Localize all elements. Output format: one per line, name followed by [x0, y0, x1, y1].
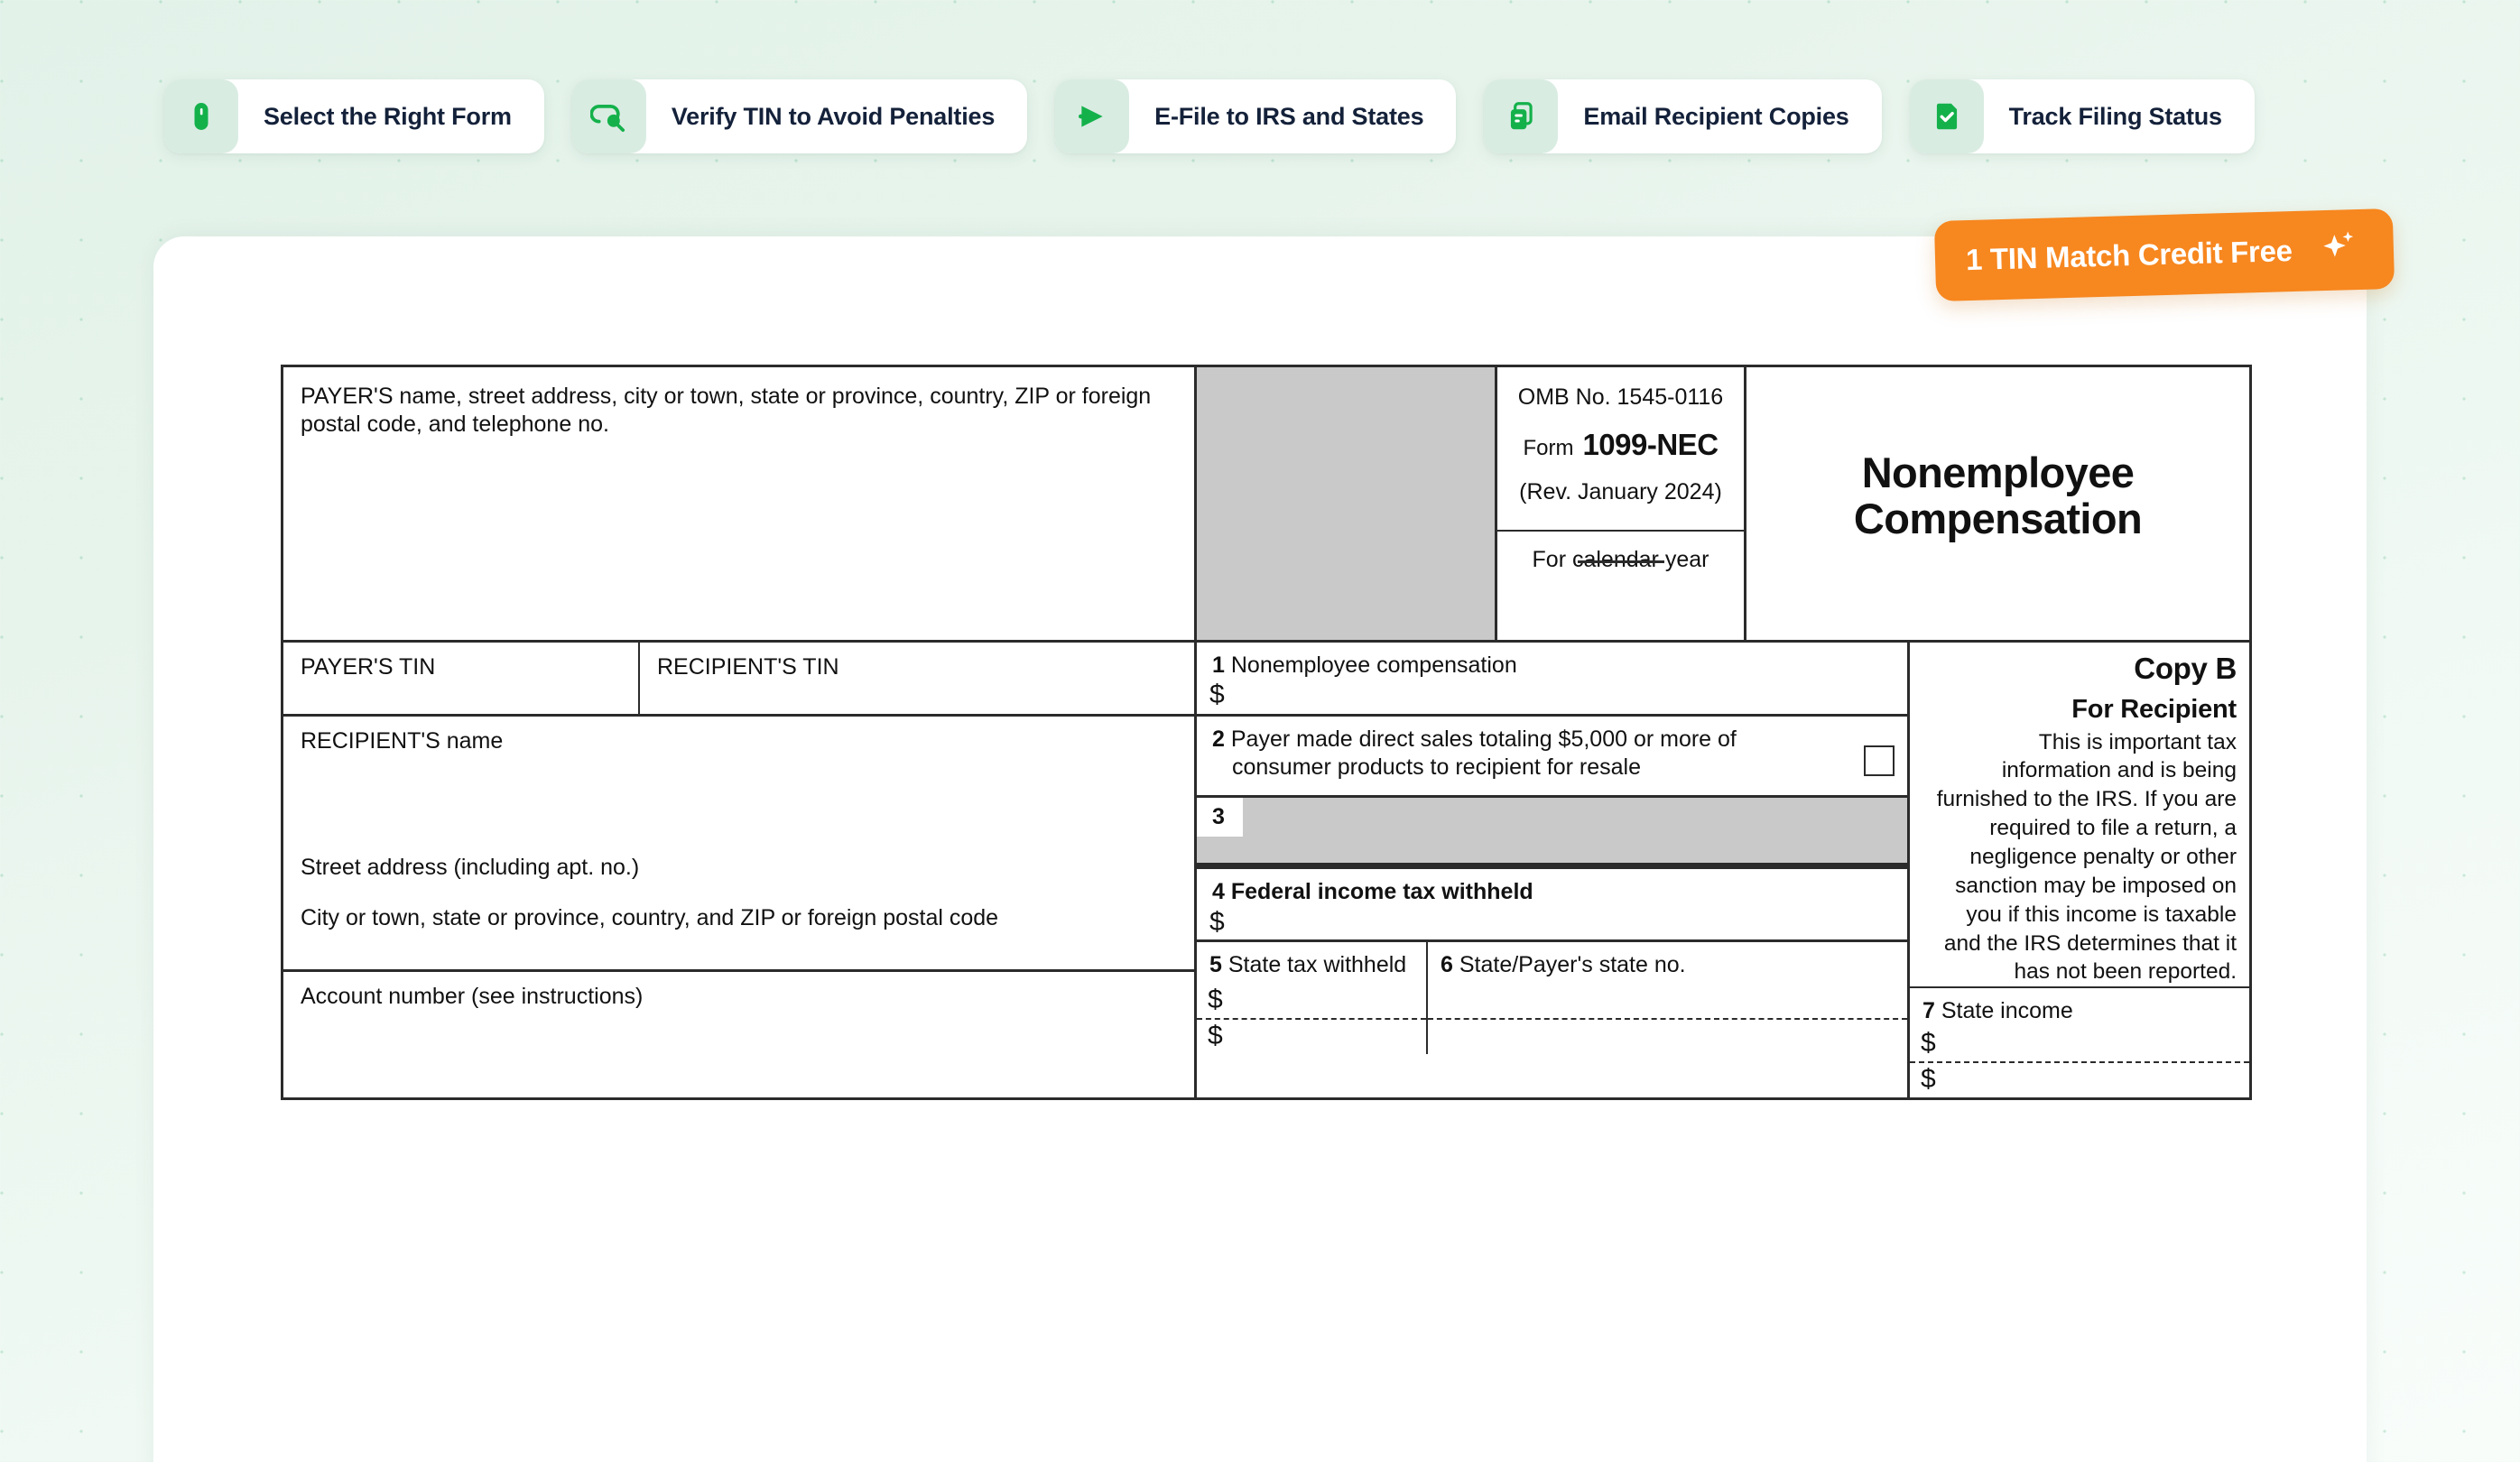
box-6-line-2[interactable]: [1428, 1018, 1907, 1054]
form-left-column: PAYER'S TIN RECIPIENT'S TIN RECIPIENT'S …: [283, 643, 1197, 1097]
box-7-amount-line-1[interactable]: $: [1910, 1025, 2249, 1061]
form-right-column: Copy B For Recipient This is important t…: [1910, 643, 2249, 1097]
payer-address-label: PAYER'S name, street address, city or to…: [301, 384, 1152, 437]
form-1099-nec: PAYER'S name, street address, city or to…: [281, 365, 2252, 1100]
box-3-number: 3: [1197, 798, 1243, 837]
form-title: Nonemployee Compensation: [1853, 449, 2143, 542]
box-2-direct-sales[interactable]: 2 Payer made direct sales totaling $5,00…: [1197, 717, 1907, 798]
copy-documents-icon: [1484, 79, 1559, 153]
tin-row: PAYER'S TIN RECIPIENT'S TIN: [283, 643, 1194, 717]
cursor-pointer-icon: [164, 79, 238, 153]
omb-number: OMB No. 1545-0116: [1517, 384, 1724, 410]
box-2-line-2: consumer products to recipient for resal…: [1232, 754, 1641, 780]
box-5-currency-symbol-2: $: [1208, 1021, 1223, 1051]
form-number: 1099-NEC: [1582, 427, 1719, 461]
form-title-box: Nonemployee Compensation: [1746, 367, 2249, 640]
send-paper-plane-icon: [1055, 79, 1130, 153]
box-2-number: 2: [1212, 726, 1225, 752]
feature-pill-track-status[interactable]: Track Filing Status: [1909, 79, 2255, 153]
form-word-label: Form: [1523, 435, 1574, 460]
calendar-year-box[interactable]: For calendar year: [1497, 532, 1744, 574]
sparkle-icon: [2319, 227, 2358, 271]
feature-pill-select-form[interactable]: Select the Right Form: [164, 79, 544, 153]
form-number-line: Form 1099-NEC: [1497, 427, 1744, 463]
box-7-currency-symbol-1: $: [1921, 1028, 1936, 1059]
feature-pill-label: Track Filing Status: [2008, 102, 2222, 130]
box-7-number: 7: [1922, 998, 1935, 1024]
box-5-state-tax-withheld[interactable]: 5 State tax withheld $ $: [1197, 942, 1428, 1054]
recipient-tin-label: RECIPIENT'S TIN: [657, 654, 839, 680]
payer-address-box[interactable]: PAYER'S name, street address, city or to…: [283, 367, 1197, 640]
copy-b-body: This is important tax information and is…: [1936, 729, 2237, 985]
payer-tin-box[interactable]: PAYER'S TIN: [283, 643, 640, 714]
box-5-header: 5 State tax withheld: [1197, 942, 1426, 982]
box-7-currency-symbol-2: $: [1921, 1064, 1936, 1095]
form-revision: (Rev. January 2024): [1519, 478, 1722, 504]
recipient-tin-box[interactable]: RECIPIENT'S TIN: [640, 643, 1194, 714]
box-1-nonemployee-compensation[interactable]: 1 Nonemployee compensation $: [1197, 643, 1907, 717]
box-1-number: 1: [1212, 652, 1225, 678]
promo-badge-label: 1 TIN Match Credit Free: [1965, 233, 2293, 276]
box-5-currency-symbol-1: $: [1208, 985, 1223, 1015]
tin-search-icon: [571, 79, 646, 153]
box-5-amount-line-2[interactable]: $: [1197, 1018, 1426, 1054]
checked-document-icon: [1909, 79, 1984, 153]
feature-pill-label: Verify TIN to Avoid Penalties: [671, 102, 996, 130]
box-7-state-income[interactable]: 7 State income $ $: [1910, 986, 2249, 1097]
box-1-label: Nonemployee compensation: [1230, 652, 1517, 678]
form-preview-card: PAYER'S name, street address, city or to…: [153, 236, 2367, 1462]
omb-box: OMB No. 1545-0116 Form 1099-NEC (Rev. Ja…: [1497, 367, 1746, 640]
feature-pill-row: Select the Right Form Verify TIN to Avoi…: [164, 79, 2255, 153]
box-7-header: 7 State income: [1910, 988, 2249, 1025]
box-2-text: 2 Payer made direct sales totaling $5,00…: [1212, 726, 1851, 795]
box-5-label: State tax withheld: [1228, 952, 1407, 977]
box-7-label: State income: [1941, 998, 2073, 1024]
box-5-number: 5: [1209, 952, 1222, 977]
feature-pill-label: E-File to IRS and States: [1154, 102, 1424, 130]
copy-b-text: Copy B For Recipient This is important t…: [1910, 643, 2249, 986]
box-4-number: 4: [1212, 879, 1225, 904]
account-number-label: Account number (see instructions): [301, 984, 644, 1009]
box-4-label: Federal income tax withheld: [1230, 879, 1533, 904]
box-1-currency-symbol: $: [1209, 680, 1225, 710]
street-address-label: Street address (including apt. no.): [301, 855, 640, 880]
recipient-name-address-box[interactable]: RECIPIENT'S name Street address (includi…: [283, 717, 1194, 969]
calendar-year-rule: [1577, 560, 1664, 563]
box-2-line-1: Payer made direct sales totaling $5,000 …: [1230, 726, 1737, 752]
omb-top: OMB No. 1545-0116 Form 1099-NEC (Rev. Ja…: [1497, 367, 1744, 532]
box-6-state-payer-state-no[interactable]: 6 State/Payer's state no.: [1428, 942, 1907, 1054]
box-6-line-1[interactable]: [1428, 982, 1907, 1018]
recipient-name-label: RECIPIENT'S name: [301, 728, 504, 754]
feature-pill-verify-tin[interactable]: Verify TIN to Avoid Penalties: [571, 79, 1028, 153]
box-6-label: State/Payer's state no.: [1459, 952, 1686, 977]
header-shaded-filler: [1197, 367, 1497, 640]
feature-pill-label: Select the Right Form: [264, 102, 512, 130]
box-4-federal-income-tax-withheld[interactable]: 4 Federal income tax withheld $: [1197, 866, 1907, 942]
box-3-reserved: 3: [1197, 798, 1907, 866]
box-4-currency-symbol: $: [1209, 907, 1225, 938]
form-center-column: 1 Nonemployee compensation $ 2 Payer mad…: [1197, 643, 1910, 1097]
copy-b-block: Copy B For Recipient This is important t…: [1910, 643, 2249, 986]
feature-pill-efile[interactable]: E-File to IRS and States: [1055, 79, 1457, 153]
account-number-box[interactable]: Account number (see instructions): [283, 969, 1194, 1035]
copy-b-wrapper: Copy B For Recipient This is important t…: [1910, 643, 2249, 1097]
form-header-row: PAYER'S name, street address, city or to…: [283, 367, 2249, 640]
box-6-number: 6: [1441, 952, 1453, 977]
copy-b-subheading: For Recipient: [2071, 695, 2237, 725]
city-state-zip-label: City or town, state or province, country…: [301, 905, 999, 930]
box-5-amount-line-1[interactable]: $: [1197, 982, 1426, 1018]
form-body: PAYER'S TIN RECIPIENT'S TIN RECIPIENT'S …: [283, 640, 2249, 1097]
copy-b-heading: Copy B: [2134, 652, 2237, 685]
feature-pill-label: Email Recipient Copies: [1583, 102, 1849, 130]
tin-match-promo-badge[interactable]: 1 TIN Match Credit Free: [1934, 208, 2395, 302]
box-7-amount-line-2[interactable]: $: [1910, 1060, 2249, 1097]
payer-tin-label: PAYER'S TIN: [301, 654, 436, 680]
box-2-checkbox[interactable]: [1864, 745, 1895, 776]
feature-pill-email-copies[interactable]: Email Recipient Copies: [1484, 79, 1882, 153]
state-boxes-row: 5 State tax withheld $ $ 6 State/Payer's…: [1197, 942, 1907, 1054]
box-6-header: 6 State/Payer's state no.: [1428, 942, 1907, 982]
